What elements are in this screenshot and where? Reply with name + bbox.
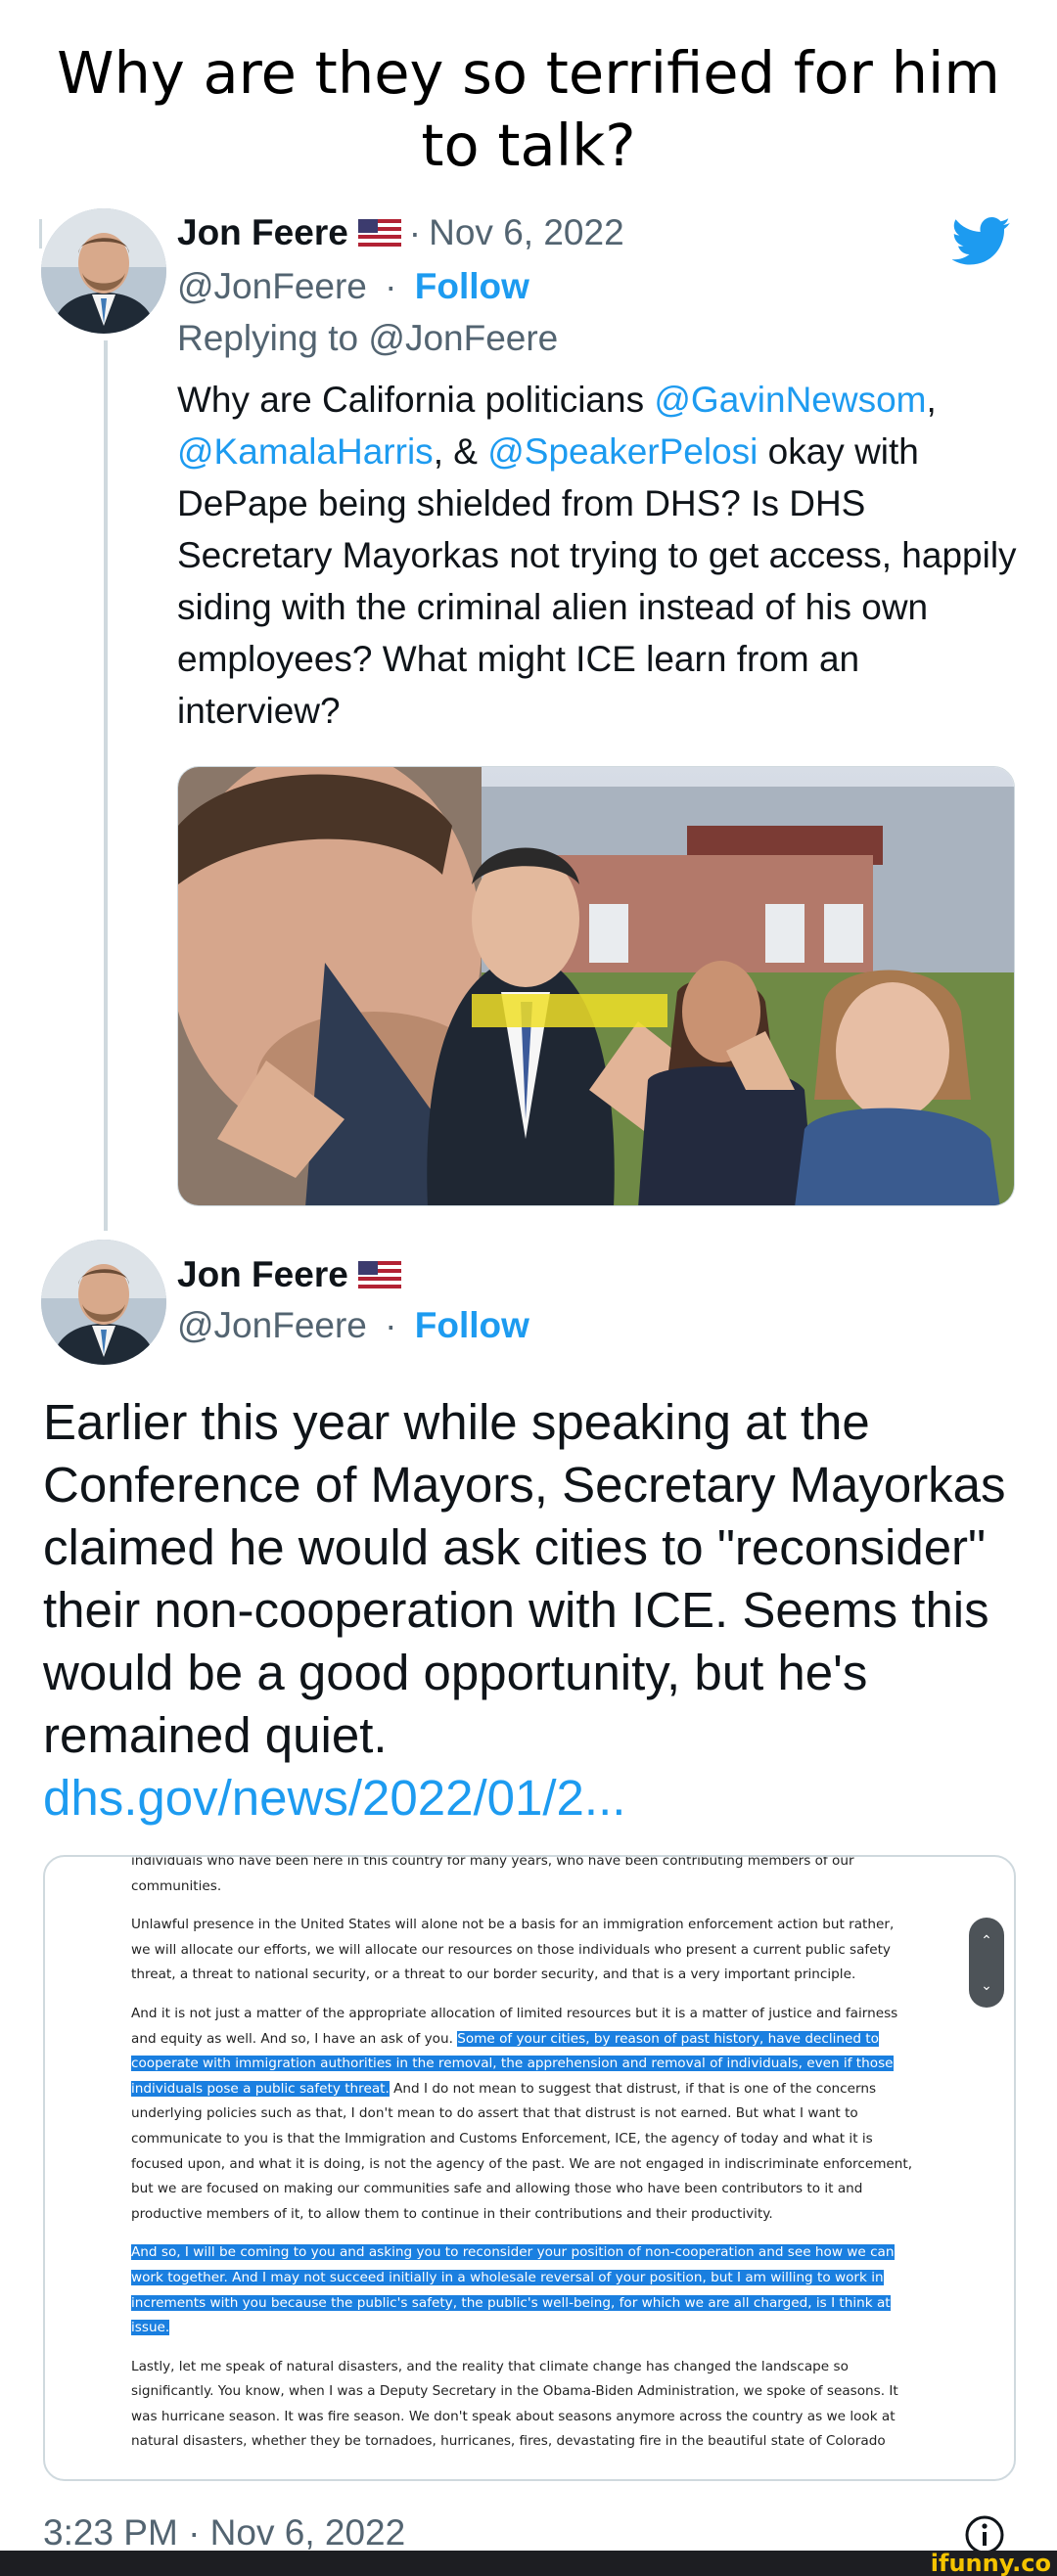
scroll-control[interactable]: ⌃ ⌄ [969, 1918, 1004, 2008]
document-paragraph: Unlawful presence in the United States w… [131, 1917, 895, 1983]
main-tweet-header: Jon Feere [177, 1254, 401, 1295]
meme-caption-line-1: Why are they so terrified for him [57, 39, 1000, 107]
replying-prefix: Replying to [177, 318, 359, 358]
composite-photo-image [178, 767, 1014, 1205]
ifunny-watermark: ifunny.co [930, 2550, 1051, 2576]
reply-tweet-handle-line: @JonFeere · Follow [177, 266, 529, 307]
us-flag-icon [357, 219, 401, 247]
document-paragraph: Lastly, let me speak of natural disaster… [131, 2358, 898, 2450]
main-tweet-text: Earlier this year while speaking at the … [43, 1391, 1022, 1830]
avatar[interactable] [41, 208, 166, 334]
separator-dot: · [408, 212, 422, 252]
us-flag-icon [357, 1261, 401, 1288]
mention-link[interactable]: @GavinNewsom [654, 380, 926, 420]
tweet-text-segment: okay with DePape being shielded from DHS… [177, 431, 1017, 731]
twitter-bird-icon[interactable] [952, 217, 1011, 266]
attached-document-image[interactable]: individuals who have been here in this c… [43, 1855, 1016, 2481]
follow-button[interactable]: Follow [415, 266, 529, 306]
follow-button[interactable]: Follow [415, 1305, 529, 1345]
separator-dot: · [385, 1305, 397, 1345]
tweet-date[interactable]: Nov 6, 2022 [429, 212, 624, 253]
watermark-bar: ifunny.co [0, 2551, 1057, 2576]
tweet-text-segment: , [926, 380, 937, 420]
tweet-photo[interactable] [177, 766, 1015, 1206]
replying-to: Replying to @JonFeere [177, 318, 558, 359]
tweet-text-segment: , & [433, 431, 488, 472]
meme-caption: Why are they so terrified for him to tal… [0, 37, 1057, 182]
author-handle[interactable]: @JonFeere [177, 1305, 367, 1345]
author-name[interactable]: Jon Feere [177, 212, 348, 253]
tweet-text-segment: Why are California politicians [177, 380, 655, 420]
main-tweet-handle-line: @JonFeere · Follow [177, 1305, 529, 1346]
meme-caption-line-2: to talk? [421, 112, 636, 179]
reply-tweet-header: Jon Feere · Nov 6, 2022 [177, 212, 624, 253]
document-text-segment: And I do not mean to suggest that distru… [131, 2080, 913, 2222]
tweet-timestamp[interactable]: 3:23 PM · Nov 6, 2022 [43, 2512, 405, 2553]
avatar[interactable] [41, 1240, 166, 1365]
highlighted-text: And so, I will be coming to you and aski… [131, 2244, 895, 2336]
replying-mention[interactable]: @JonFeere [368, 318, 558, 358]
tweet-link[interactable]: dhs.gov/news/2022/01/2... [43, 1767, 1022, 1830]
document-text: individuals who have been here in this c… [131, 1855, 914, 2468]
separator-dot: · [385, 266, 397, 306]
chevron-up-icon[interactable]: ⌃ [981, 1933, 992, 1947]
chevron-down-icon[interactable]: ⌄ [981, 1978, 992, 1992]
document-paragraph: And so, I will be coming to you and aski… [131, 2240, 914, 2340]
document-paragraph: individuals who have been here in this c… [131, 1855, 854, 1894]
mention-link[interactable]: @SpeakerPelosi [487, 431, 758, 472]
reply-tweet-text: Why are California politicians @GavinNew… [177, 374, 1019, 737]
tweet-body: Earlier this year while speaking at the … [43, 1394, 1006, 1763]
document-paragraph: And it is not just a matter of the appro… [131, 2002, 914, 2227]
mention-link[interactable]: @KamalaHarris [177, 431, 434, 472]
thread-connector-line [104, 340, 108, 1231]
thread-connector-top [39, 219, 42, 249]
author-handle[interactable]: @JonFeere [177, 266, 367, 306]
author-name[interactable]: Jon Feere [177, 1254, 348, 1295]
